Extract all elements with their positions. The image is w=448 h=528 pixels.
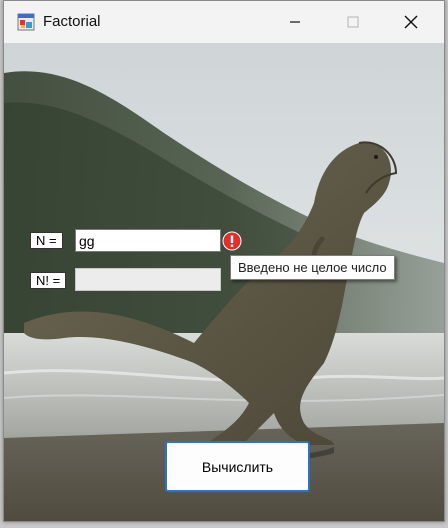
app-window: Factorial N = gg Введено не целое число … [3,0,445,522]
close-icon [404,15,418,29]
maximize-button[interactable] [324,1,382,43]
n-input[interactable] [75,229,221,252]
app-icon [17,13,35,31]
n-label: N = [30,232,63,249]
client-area: N = Введено не целое число N! = Вычислит… [4,43,444,521]
minimize-button[interactable] [266,1,324,43]
close-button[interactable] [382,1,440,43]
error-tooltip: Введено не целое число [230,255,395,280]
window-title: Factorial [43,13,101,30]
exclamation-icon [222,231,242,251]
factorial-output [75,268,221,291]
title-bar[interactable]: Factorial [4,1,444,43]
factorial-label: N! = [30,272,67,289]
minimize-icon [290,21,300,23]
calculate-button[interactable]: Вычислить [165,441,310,492]
maximize-icon [347,16,359,28]
